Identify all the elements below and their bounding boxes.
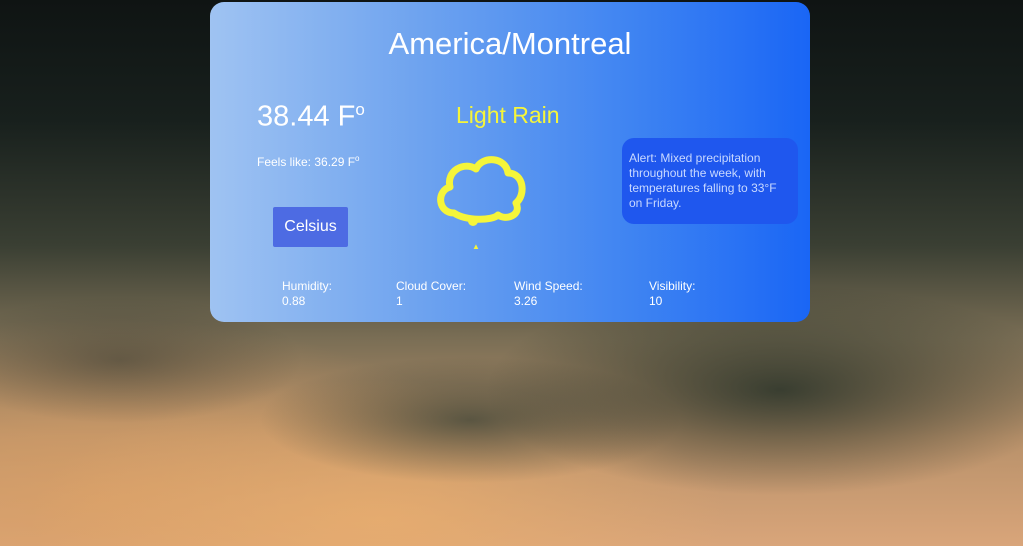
humidity-stat: Humidity: 0.88	[282, 279, 332, 309]
rain-drop-icon: ▲	[472, 242, 480, 251]
celsius-toggle-button[interactable]: Celsius	[273, 207, 348, 247]
cloud-cover-label: Cloud Cover:	[396, 279, 467, 293]
feels-like-text: Feels like: 36.29 F	[257, 155, 356, 169]
visibility-value: 10	[649, 294, 663, 308]
condition-label: Light Rain	[456, 102, 560, 128]
degree-mark: o	[355, 100, 365, 119]
visibility-label: Visibility:	[649, 279, 696, 293]
location-title: America/Montreal	[388, 26, 632, 61]
temperature-value: 38.44 F	[257, 100, 356, 133]
wind-speed-stat: Wind Speed: 3.26	[514, 279, 583, 309]
visibility-stat: Visibility: 10	[649, 279, 695, 309]
temperature-display: 38.44 Fo	[257, 100, 365, 134]
feels-like-display: Feels like: 36.29 Fo	[257, 154, 360, 169]
cloud-cover-value: 1	[396, 294, 403, 308]
cloud-icon	[432, 147, 527, 237]
humidity-value: 0.88	[282, 294, 306, 308]
cloud-cover-stat: Cloud Cover: 1	[396, 279, 466, 309]
feels-like-degree-mark: o	[355, 154, 360, 163]
humidity-label: Humidity:	[282, 279, 333, 293]
weather-card: America/Montreal 38.44 Fo Feels like: 36…	[210, 2, 810, 322]
wind-speed-value: 3.26	[514, 294, 538, 308]
wind-speed-label: Wind Speed:	[514, 279, 583, 293]
weather-alert: Alert: Mixed precipitation throughout th…	[622, 138, 798, 224]
